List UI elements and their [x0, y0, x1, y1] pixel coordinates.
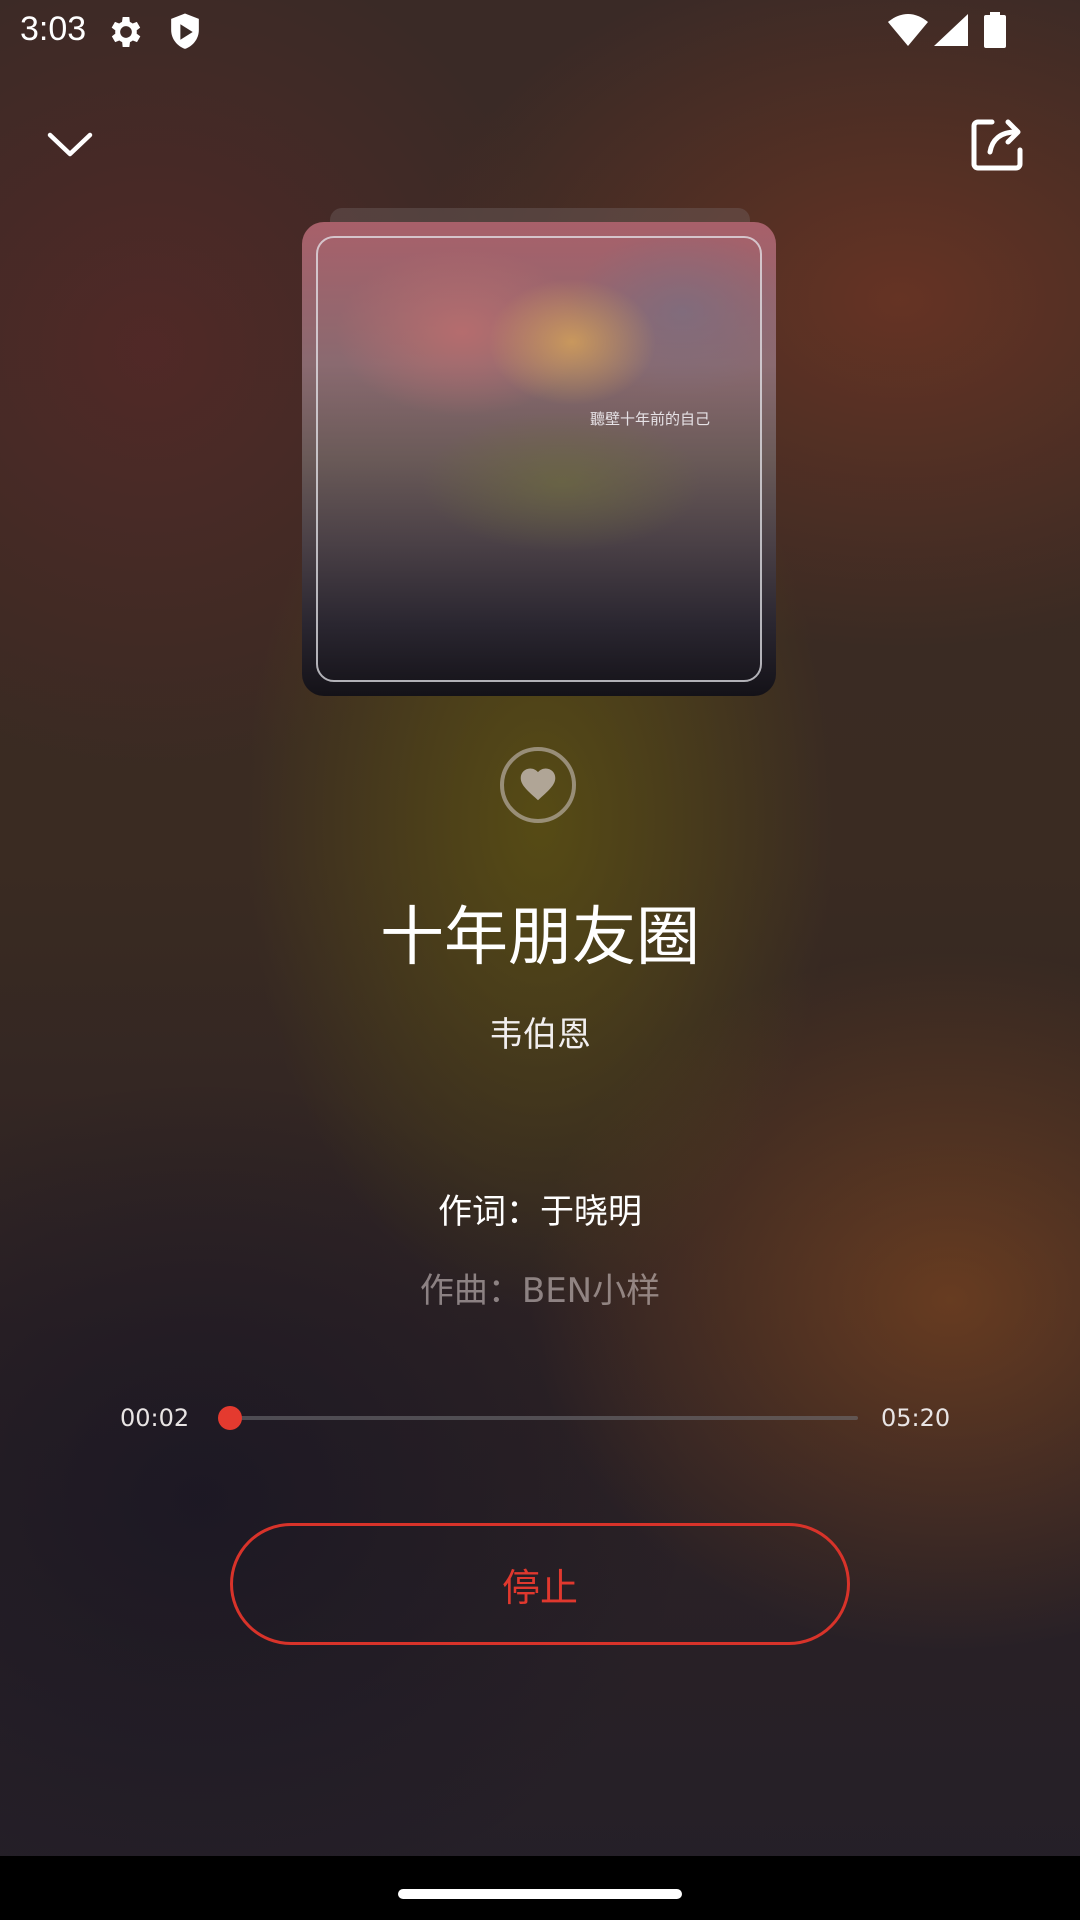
collapse-button[interactable]: [40, 122, 100, 172]
battery-icon: [984, 12, 1006, 52]
song-title: 十年朋友圈: [380, 901, 700, 975]
heart-icon: [517, 764, 559, 806]
cover-frame: [316, 236, 762, 682]
album-cover: 聽壁十年前的自己: [302, 208, 776, 696]
current-time: 00:02: [120, 1404, 190, 1432]
progress-slider[interactable]: [217, 1406, 858, 1430]
lyric-line-next: 作曲：BEN小样: [419, 1271, 661, 1311]
cover-image: 聽壁十年前的自己: [302, 222, 776, 696]
wifi-icon: [888, 14, 928, 50]
home-indicator[interactable]: [398, 1889, 682, 1899]
shield-icon: [166, 12, 204, 56]
settings-icon: [106, 12, 146, 56]
cover-caption: 聽壁十年前的自己: [590, 410, 711, 428]
status-time: 3:03: [20, 10, 87, 48]
share-icon: [966, 114, 1028, 180]
lyric-line-current: 作词：于晓明: [438, 1192, 642, 1232]
stop-button[interactable]: 停止: [230, 1523, 850, 1645]
share-button[interactable]: [962, 112, 1032, 182]
signal-icon: [934, 14, 968, 50]
navigation-bar: [0, 1856, 1080, 1920]
song-artist: 韦伯恩: [489, 1015, 591, 1055]
progress-thumb[interactable]: [217, 1406, 242, 1430]
total-time: 05:20: [881, 1404, 951, 1432]
favorite-button[interactable]: [500, 747, 576, 823]
status-bar: 3:03: [0, 0, 1080, 64]
chevron-down-icon: [47, 131, 93, 163]
